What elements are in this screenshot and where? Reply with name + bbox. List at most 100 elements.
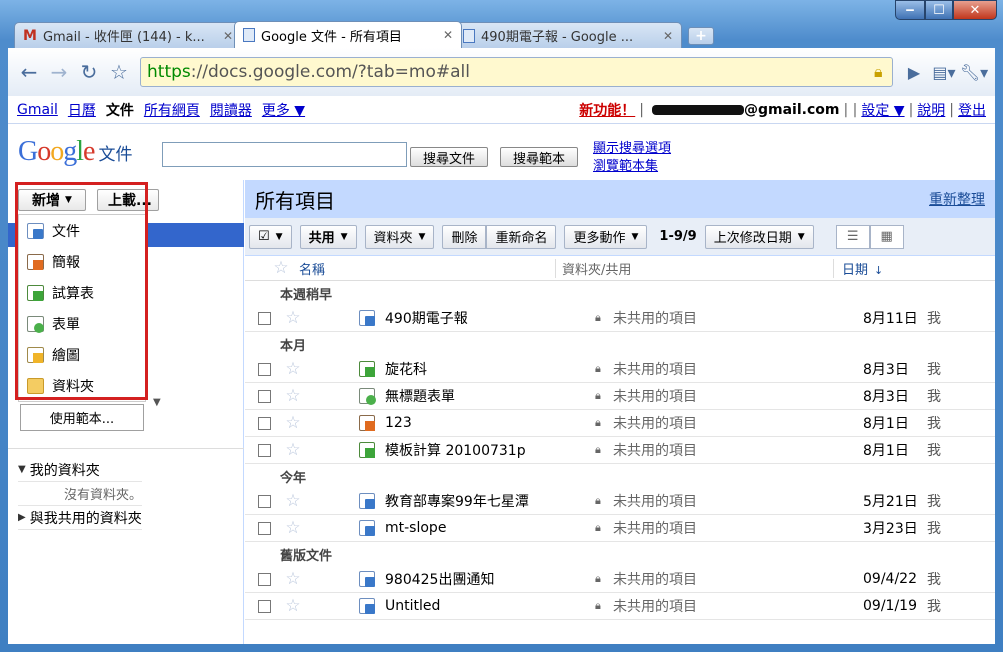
minimize-button[interactable]: ‒ [895, 0, 925, 20]
gbar-reader-link[interactable]: 閱讀器 [210, 100, 252, 120]
document-name[interactable]: 490期電子報 [385, 308, 585, 328]
gbar-web-link[interactable]: 所有網頁 [144, 100, 200, 120]
document-name[interactable]: 無標題表單 [385, 386, 585, 406]
browse-templates-link[interactable]: 瀏覽範本集 [593, 155, 658, 174]
column-header: ☆ 名稱 資料夾/共用 日期 ↓ [245, 256, 995, 281]
page-menu-icon[interactable]: ▤▾ [929, 57, 959, 87]
star-icon[interactable]: ☆ [281, 440, 305, 460]
tab-gmail[interactable]: M Gmail - 收件匣 (144) - k... ✕ [14, 22, 242, 48]
row-checkbox[interactable] [258, 521, 271, 535]
tab-title: 490期電子報 - Google ... [481, 30, 634, 45]
tab-newsletter[interactable]: 490期電子報 - Google ... ✕ [454, 22, 682, 48]
modified-by: 我 [927, 311, 941, 327]
table-row[interactable]: ☆ 旋花科 🔒︎ 未共用的項目 8月3日 我 [245, 356, 995, 383]
star-icon[interactable]: ☆ [281, 386, 305, 406]
ssl-lock-icon[interactable]: 🔒︎ [874, 62, 886, 82]
expand-down-icon[interactable]: ▼ [18, 464, 26, 475]
select-checkbox-dropdown[interactable]: ☑ ▼ [249, 224, 292, 249]
maximize-button[interactable]: ☐ [925, 0, 953, 20]
table-row[interactable]: ☆ Untitled 🔒︎ 未共用的項目 09/1/19 我 [245, 593, 995, 620]
back-icon[interactable]: ← [14, 57, 44, 87]
star-icon[interactable]: ☆ [281, 413, 305, 433]
table-row[interactable]: ☆ 無標題表單 🔒︎ 未共用的項目 8月3日 我 [245, 383, 995, 410]
signout-link[interactable]: 登出 [958, 100, 986, 120]
table-row[interactable]: ☆ 教育部專案99年七星潭 🔒︎ 未共用的項目 5月21日我 [245, 488, 995, 515]
row-checkbox[interactable] [258, 362, 271, 376]
presentation-icon [359, 415, 375, 431]
use-template-button[interactable]: 使用範本... [20, 404, 144, 431]
bookmark-star-icon[interactable]: ☆ [104, 57, 134, 87]
close-tab-icon[interactable]: ✕ [663, 29, 673, 43]
document-name[interactable]: 123 [385, 415, 585, 431]
gbar-gmail-link[interactable]: Gmail [17, 102, 58, 118]
modified-date: 5月21日 [863, 494, 918, 510]
table-row[interactable]: ☆ mt-slope 🔒︎ 未共用的項目 3月23日我 [245, 515, 995, 542]
sort-dropdown[interactable]: 上次修改日期 ▼ [704, 224, 814, 249]
lock-icon: 🔒︎ [595, 572, 601, 585]
table-row[interactable]: ☆ 980425出團通知 🔒︎ 未共用的項目 09/4/22 我 [245, 566, 995, 593]
modified-by: 我 [927, 494, 941, 510]
tab-docs[interactable]: Google 文件 - 所有項目 ✕ [234, 21, 462, 48]
reload-icon[interactable]: ↻ [74, 57, 104, 87]
gbar-more-link[interactable]: 更多 ▼ [262, 100, 305, 120]
gbar-calendar-link[interactable]: 日曆 [68, 100, 96, 120]
help-link[interactable]: 說明 [917, 100, 945, 120]
row-checkbox[interactable] [258, 494, 271, 508]
refresh-link[interactable]: 重新整理 [929, 189, 985, 209]
shared-folders-item[interactable]: ▶ 與我共用的資料夾 [18, 506, 143, 530]
row-checkbox[interactable] [258, 389, 271, 403]
row-checkbox[interactable] [258, 599, 271, 613]
name-column-header[interactable]: 名稱 [299, 259, 555, 278]
document-name[interactable]: 教育部專案99年七星潭 [385, 491, 585, 511]
star-icon[interactable]: ☆ [281, 518, 305, 538]
expand-right-icon[interactable]: ▶ [18, 512, 26, 523]
close-tab-icon[interactable]: ✕ [443, 28, 453, 42]
more-actions-label: 更多動作 [573, 231, 626, 246]
close-window-button[interactable]: ✕ [953, 0, 997, 20]
wrench-icon[interactable]: 🔧︎▾ [959, 57, 989, 87]
row-checkbox[interactable] [258, 311, 271, 325]
star-icon[interactable]: ☆ [281, 491, 305, 511]
table-row[interactable]: ☆ 123 🔒︎ 未共用的項目 8月1日 我 [245, 410, 995, 437]
delete-button[interactable]: 刪除 [442, 224, 487, 249]
new-features-link[interactable]: 新功能！ [579, 100, 635, 120]
forward-icon[interactable]: → [44, 57, 74, 87]
document-name[interactable]: 旋花科 [385, 359, 585, 379]
google-docs-logo[interactable]: Google 文件 [18, 136, 132, 168]
table-row[interactable]: ☆ 490期電子報 🔒︎ 未共用的項目 8月11日我 [245, 305, 995, 332]
chevron-down-icon[interactable]: ▼ [153, 397, 161, 408]
grid-view-icon[interactable]: ▦ [869, 224, 904, 249]
sort-desc-icon: ↓ [874, 263, 884, 277]
play-icon[interactable]: ▶ [899, 57, 929, 87]
rename-button[interactable]: 重新命名 [486, 224, 557, 249]
close-tab-icon[interactable]: ✕ [223, 29, 233, 43]
table-row[interactable]: ☆ 模板計算 20100731p 🔒︎ 未共用的項目 8月1日 我 [245, 437, 995, 464]
star-icon[interactable]: ☆ [281, 596, 305, 616]
star-icon[interactable]: ☆ [281, 569, 305, 589]
star-icon[interactable]: ☆ [281, 359, 305, 379]
settings-link[interactable]: 設定 ▼ [861, 100, 904, 120]
show-search-options-link[interactable]: 顯示搜尋選項 [593, 137, 671, 156]
new-tab-button[interactable]: + [688, 27, 714, 45]
search-docs-button[interactable]: 搜尋文件 [410, 147, 488, 167]
more-actions-button[interactable]: 更多動作 ▼ [564, 224, 648, 249]
document-name[interactable]: 模板計算 20100731p [385, 440, 585, 460]
list-view-icon[interactable]: ☰ [835, 224, 870, 249]
share-button[interactable]: 共用 ▼ [299, 224, 357, 249]
my-folders-item[interactable]: ▼ 我的資料夾 [18, 458, 143, 482]
lock-icon: 🔒︎ [595, 494, 601, 507]
spreadsheet-icon [359, 361, 375, 377]
row-checkbox[interactable] [258, 416, 271, 430]
folders-button[interactable]: 資料夾 ▼ [364, 224, 435, 249]
document-name[interactable]: mt-slope [385, 520, 585, 536]
row-checkbox[interactable] [258, 572, 271, 586]
document-name[interactable]: Untitled [385, 598, 585, 614]
address-bar[interactable]: https://docs.google.com/?tab=mo#all 🔒︎ [140, 57, 893, 87]
search-templates-button[interactable]: 搜尋範本 [500, 147, 578, 167]
date-column-header[interactable]: 日期 ↓ [833, 258, 884, 278]
document-name[interactable]: 980425出團通知 [385, 569, 585, 589]
row-checkbox[interactable] [258, 443, 271, 457]
search-input[interactable] [162, 142, 407, 167]
star-icon[interactable]: ☆ [281, 308, 305, 328]
left-sidebar: 新增 ▼ 上載... 文件 簡報 試算表 表單 繪圖 資料夾 ▼ 使用範本... … [8, 180, 244, 644]
